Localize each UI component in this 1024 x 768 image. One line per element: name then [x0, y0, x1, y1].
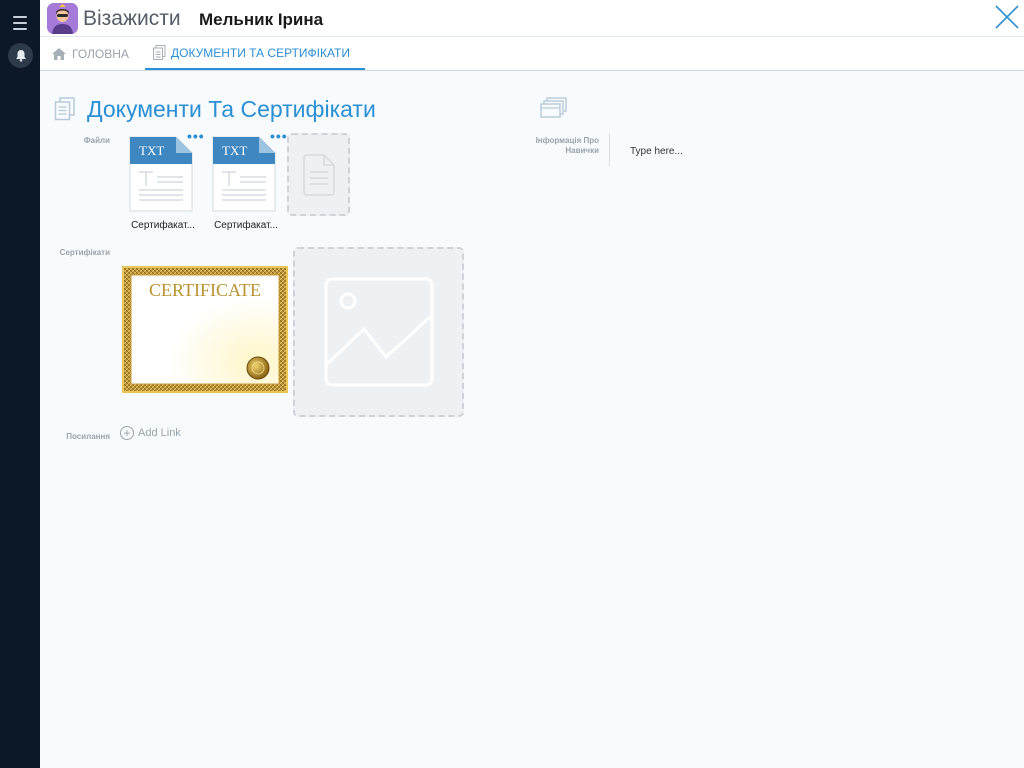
links-label: Посилання	[66, 432, 110, 441]
skills-label: Інформація Про Навички	[535, 136, 599, 155]
left-rail	[0, 0, 40, 768]
file-placeholder-icon	[302, 153, 335, 196]
certificate-thumbnail[interactable]: CERTIFICATE	[122, 266, 288, 393]
documents-section-icon	[54, 97, 76, 126]
more-options-icon[interactable]: •••	[187, 129, 205, 143]
tab-home[interactable]: ГОЛОВНА	[51, 37, 129, 70]
add-link-label: Add Link	[138, 427, 181, 439]
tab-documents[interactable]: ДОКУМЕНТИ ТА СЕРТИФІКАТИ	[145, 37, 365, 70]
document-icon	[153, 45, 166, 60]
section-title: Документи Та Сертифікати	[87, 96, 376, 122]
txt-file-icon: TXT	[212, 136, 276, 212]
app-logo-icon[interactable]	[47, 3, 78, 34]
cards-stack-icon	[540, 97, 568, 124]
header: Візажисти Мельник Ірина	[40, 0, 1024, 37]
certificates-label: Сертифікати	[59, 248, 110, 257]
close-icon[interactable]	[993, 3, 1021, 31]
files-label: Файли	[83, 136, 110, 145]
add-certificate-image-button[interactable]	[293, 247, 464, 417]
add-file-button[interactable]	[287, 133, 350, 216]
file-tile[interactable]: TXT ••• Сертифакат...	[212, 129, 287, 232]
file-type-label: TXT	[139, 143, 164, 158]
app-title: Візажисти	[83, 7, 181, 30]
file-name: Сертифакат...	[214, 220, 278, 231]
file-type-label: TXT	[222, 143, 247, 158]
image-placeholder-icon	[324, 277, 433, 387]
home-icon	[51, 47, 67, 61]
add-link-button[interactable]: + Add Link	[120, 426, 181, 440]
tab-bar: ГОЛОВНА ДОКУМЕНТИ ТА СЕРТИФІКАТИ	[40, 37, 1024, 71]
plus-circle-icon: +	[120, 426, 134, 440]
notification-bell-icon[interactable]	[8, 43, 33, 68]
file-name: Сертифакат...	[131, 220, 195, 231]
skills-info-input[interactable]	[625, 142, 825, 160]
file-tile[interactable]: TXT ••• Сертифакат...	[129, 129, 204, 232]
more-options-icon[interactable]: •••	[270, 129, 288, 143]
field-divider	[609, 133, 610, 166]
tab-home-label: ГОЛОВНА	[72, 46, 129, 61]
hamburger-menu-icon[interactable]	[10, 14, 30, 32]
tab-documents-label: ДОКУМЕНТИ ТА СЕРТИФІКАТИ	[171, 45, 350, 60]
certificate-title: CERTIFICATE	[149, 280, 261, 300]
txt-file-icon: TXT	[129, 136, 193, 212]
record-title: Мельник Ірина	[199, 10, 324, 29]
